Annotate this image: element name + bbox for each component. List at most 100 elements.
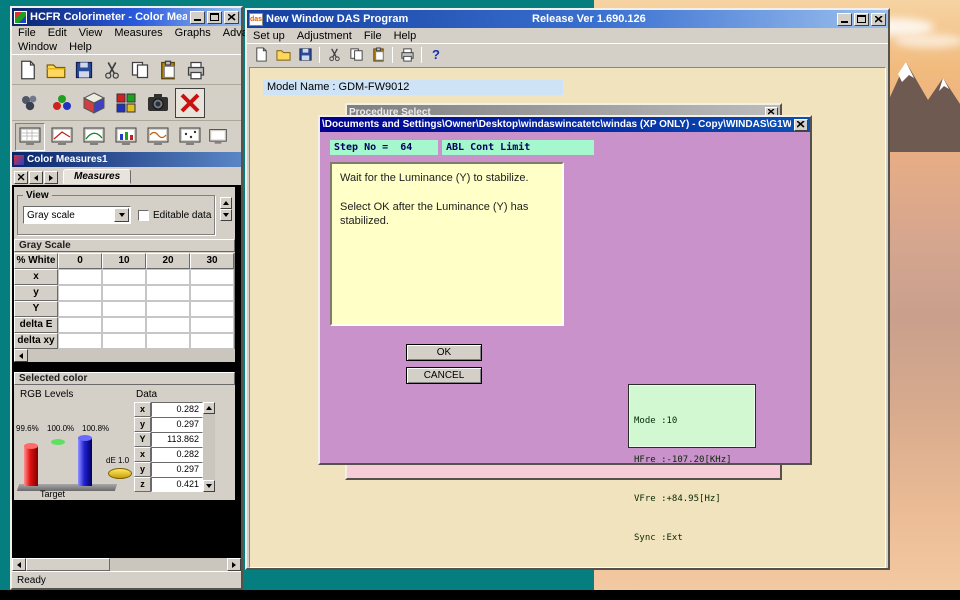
- scroll-left-icon[interactable]: [12, 558, 26, 571]
- new-document-icon[interactable]: [15, 57, 41, 83]
- menu-setup[interactable]: Set up: [247, 29, 291, 43]
- rgb-balls-icon[interactable]: [47, 88, 77, 118]
- menu-help[interactable]: Help: [63, 40, 98, 54]
- gray-cell[interactable]: [58, 285, 102, 301]
- delete-red-x-icon[interactable]: [175, 88, 205, 118]
- minimize-icon[interactable]: [837, 13, 852, 26]
- dice-icon[interactable]: [79, 88, 109, 118]
- menu-adjustment[interactable]: Adjustment: [291, 29, 358, 43]
- print-icon[interactable]: [183, 57, 209, 83]
- tab-scroll-left-icon[interactable]: [29, 171, 43, 184]
- new-document-icon[interactable]: [251, 45, 271, 64]
- gray-cell[interactable]: [102, 269, 146, 285]
- color-grid-icon[interactable]: [111, 88, 141, 118]
- copy-icon[interactable]: [346, 45, 366, 64]
- gray-cell[interactable]: [102, 317, 146, 333]
- minimize-icon[interactable]: [190, 11, 205, 24]
- scale-dropdown[interactable]: Gray scale: [23, 206, 131, 224]
- gray-cell[interactable]: [190, 317, 234, 333]
- gray-cell[interactable]: [146, 285, 190, 301]
- editable-data-checkbox[interactable]: [138, 210, 149, 221]
- menu-file[interactable]: File: [358, 29, 388, 43]
- gray-cell[interactable]: [146, 301, 190, 317]
- gray-cell[interactable]: [58, 269, 102, 285]
- paste-icon[interactable]: [368, 45, 388, 64]
- spinner-down-icon[interactable]: [220, 209, 232, 221]
- sensor-cluster-icon[interactable]: [15, 88, 45, 118]
- cancel-button[interactable]: CANCEL: [406, 367, 482, 384]
- scrollbar-thumb[interactable]: [26, 558, 110, 571]
- child-window-title: Color Measures1: [27, 154, 108, 165]
- open-folder-icon[interactable]: [43, 57, 69, 83]
- copy-icon[interactable]: [127, 57, 153, 83]
- step-dialog-titlebar[interactable]: \Documents and Settings\Owner\Desktop\wi…: [320, 117, 810, 132]
- tab-scroll-right-icon[interactable]: [44, 171, 58, 184]
- tab-measures[interactable]: Measures: [63, 169, 131, 184]
- help-icon[interactable]: ?: [426, 45, 446, 64]
- gray-cell[interactable]: [146, 269, 190, 285]
- table-row: x 0.282: [134, 447, 214, 462]
- spinner-up-icon[interactable]: [220, 197, 232, 209]
- gray-cell[interactable]: [190, 301, 234, 317]
- cut-icon[interactable]: [99, 57, 125, 83]
- monitor-wave-view-icon[interactable]: [143, 123, 173, 151]
- menu-graphs[interactable]: Graphs: [169, 26, 217, 40]
- menu-edit[interactable]: Edit: [42, 26, 73, 40]
- gray-scale-panel: View Gray scale Editable data Gray Scale…: [14, 187, 235, 362]
- monitor-blank-view-icon[interactable]: [207, 123, 229, 151]
- menu-help[interactable]: Help: [388, 29, 423, 43]
- gray-cell[interactable]: [58, 333, 102, 349]
- data-vscrollbar[interactable]: [203, 402, 215, 492]
- monitor-line-view-icon[interactable]: [47, 123, 77, 151]
- gray-cell[interactable]: [102, 285, 146, 301]
- gray-cell[interactable]: [146, 333, 190, 349]
- camera-icon[interactable]: [143, 88, 173, 118]
- das-titlebar[interactable]: das New Window DAS Program Release Ver 1…: [247, 10, 888, 28]
- child-window-titlebar[interactable]: Color Measures1: [12, 152, 241, 167]
- save-icon[interactable]: [295, 45, 315, 64]
- gray-cell[interactable]: [58, 301, 102, 317]
- menu-view[interactable]: View: [73, 26, 109, 40]
- hcfr-app-icon: [14, 11, 27, 24]
- paste-icon[interactable]: [155, 57, 181, 83]
- das-title: New Window DAS Program: [266, 13, 408, 25]
- scroll-right-icon[interactable]: [227, 558, 241, 571]
- gray-cell[interactable]: [190, 333, 234, 349]
- scroll-down-icon[interactable]: [203, 480, 215, 492]
- gray-cell[interactable]: [190, 269, 234, 285]
- monitor-curve-view-icon[interactable]: [79, 123, 109, 151]
- gray-cell[interactable]: [58, 317, 102, 333]
- hcfr-hscrollbar[interactable]: [12, 558, 241, 571]
- open-folder-icon[interactable]: [273, 45, 293, 64]
- target-label: Target: [40, 489, 65, 499]
- scroll-left-icon[interactable]: [14, 349, 28, 362]
- close-icon[interactable]: [794, 119, 808, 131]
- chevron-down-icon[interactable]: [114, 208, 129, 222]
- scroll-up-icon[interactable]: [203, 402, 215, 414]
- monitor-dots-view-icon[interactable]: [175, 123, 205, 151]
- gray-cell[interactable]: [146, 317, 190, 333]
- print-icon[interactable]: [397, 45, 417, 64]
- menu-measures[interactable]: Measures: [108, 26, 168, 40]
- selected-color-header: Selected color: [14, 372, 235, 385]
- hcfr-titlebar[interactable]: HCFR Colorimeter - Color Measures1: [12, 8, 241, 26]
- monitor-grid-view-icon[interactable]: [15, 123, 45, 151]
- table-hscrollbar[interactable]: [14, 349, 235, 362]
- monitor-bars-view-icon[interactable]: [111, 123, 141, 151]
- maximize-icon[interactable]: [207, 11, 222, 24]
- menu-window[interactable]: Window: [12, 40, 63, 54]
- ok-button[interactable]: OK: [406, 344, 482, 361]
- signal-info-box: Mode :10 HFre :-107.20[KHz] VFre :+84.95…: [628, 384, 756, 448]
- toolbar-separator: [319, 47, 320, 63]
- cut-icon[interactable]: [324, 45, 344, 64]
- gray-cell[interactable]: [102, 301, 146, 317]
- close-icon[interactable]: [871, 13, 886, 26]
- rgb-levels-label: RGB Levels: [20, 389, 73, 400]
- tab-close-icon[interactable]: [14, 171, 28, 184]
- close-icon[interactable]: [224, 11, 239, 24]
- maximize-icon[interactable]: [854, 13, 869, 26]
- gray-cell[interactable]: [190, 285, 234, 301]
- save-icon[interactable]: [71, 57, 97, 83]
- gray-cell[interactable]: [102, 333, 146, 349]
- menu-file[interactable]: File: [12, 26, 42, 40]
